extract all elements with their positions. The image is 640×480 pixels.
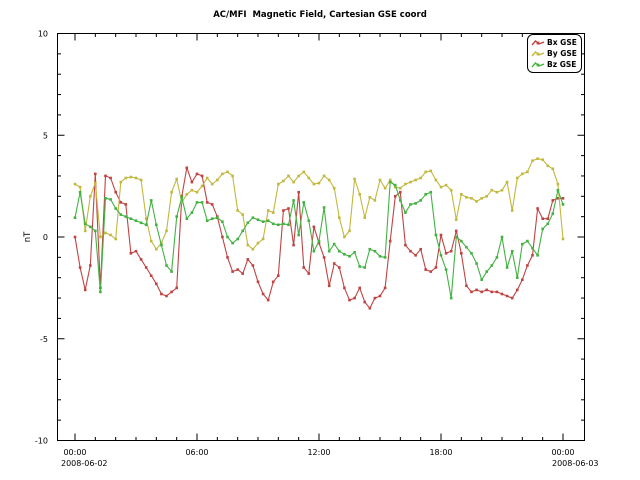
x-tick-label: 12:00 [307, 448, 330, 457]
x-tick-label: 06:00 [185, 448, 208, 457]
end-date-label: 2008-06-03 [552, 459, 599, 468]
x-tick-label: 00:00 [63, 448, 86, 457]
legend-item-bz-gse: Bz GSE [531, 59, 579, 70]
legend-label: Bz GSE [547, 60, 576, 69]
start-date-label: 2008-06-02 [61, 459, 108, 468]
legend-swatch-icon [531, 61, 545, 69]
legend-label: By GSE [547, 49, 577, 58]
legend-item-by-gse: By GSE [531, 48, 579, 59]
y-tick-label: 10 [38, 30, 48, 39]
y-axis-title: nT [23, 231, 33, 242]
plot-frame [58, 34, 585, 441]
screenshot-root: AC/MFI Magnetic Field, Cartesian GSE coo… [0, 0, 640, 480]
y-tick-label: -5 [40, 335, 48, 344]
legend-item-bx-gse: Bx GSE [531, 37, 579, 48]
legend-label: Bx GSE [547, 38, 577, 47]
y-tick-label: 0 [43, 233, 48, 242]
legend-box: Bx GSE By GSE Bz GSE [527, 34, 582, 73]
axis-ticks [58, 34, 585, 441]
y-tick-label: 5 [43, 131, 48, 140]
x-axis: 00:00 06:00 12:00 18:00 00:00 2008-06-02 2008-… [61, 448, 599, 468]
y-tick-label: -10 [35, 437, 48, 446]
x-tick-label: 00:00 [551, 448, 574, 457]
legend-swatch-icon [531, 50, 545, 58]
series-bz-gse [74, 181, 565, 300]
legend-swatch-icon [531, 39, 545, 47]
y-axis: 10 5 0 -5 -10 nT [23, 30, 48, 446]
x-tick-label: 18:00 [429, 448, 452, 457]
series-by-gse [74, 157, 565, 250]
